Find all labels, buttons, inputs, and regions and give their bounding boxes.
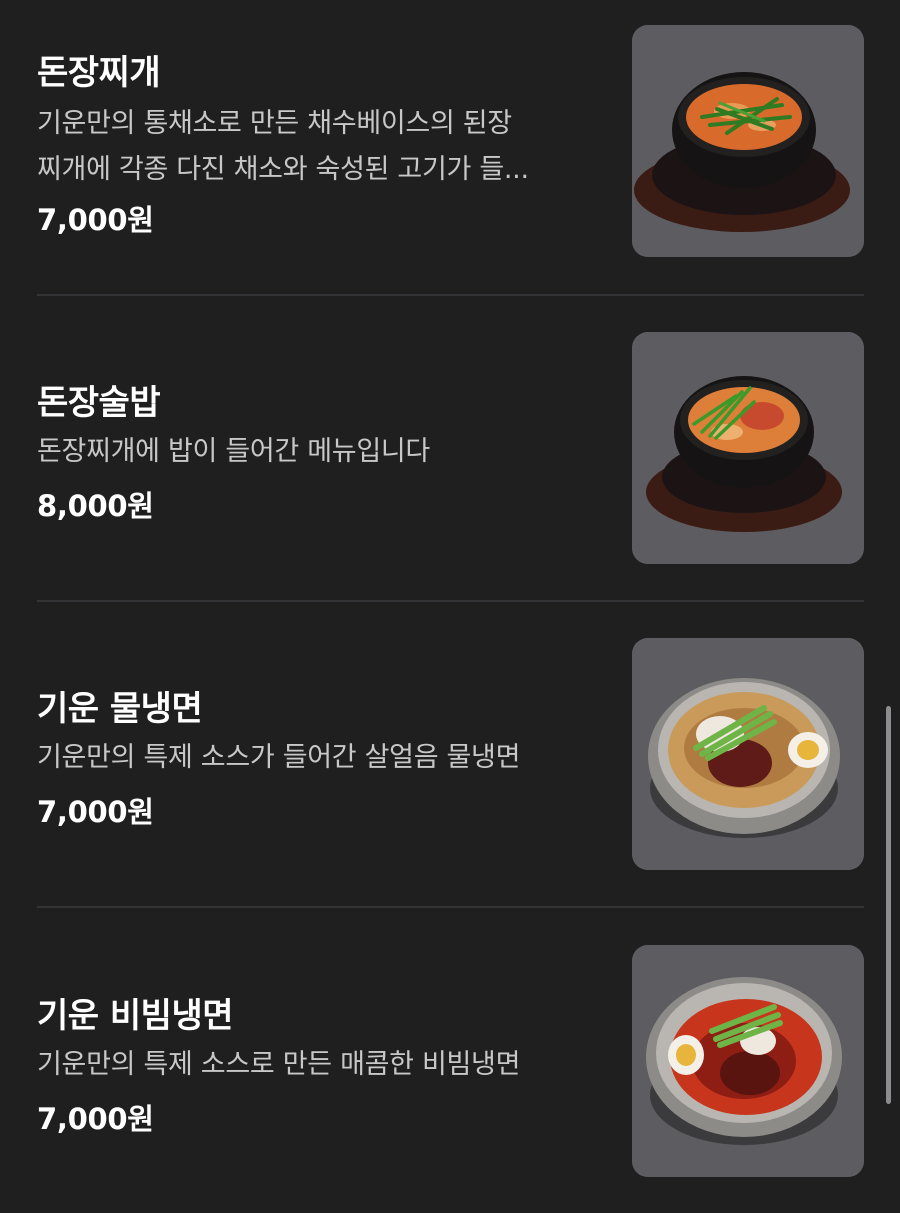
menu-item-info: 돈장찌개 기운만의 통채소로 만든 채수베이스의 된장 찌개에 각종 다진 채소… bbox=[37, 25, 602, 257]
menu-item-photo[interactable] bbox=[632, 25, 864, 257]
menu-item-info: 돈장술밥 돈장찌개에 밥이 들어간 메뉴입니다 8,000원 bbox=[37, 332, 602, 564]
menu-item-doenjang-jjigae[interactable]: 돈장찌개 기운만의 통채소로 만든 채수베이스의 된장 찌개에 각종 다진 채소… bbox=[37, 25, 864, 257]
menu-item-info: 기운 비빔냉면 기운만의 특제 소스로 만든 매콤한 비빔냉면 7,000원 bbox=[37, 945, 602, 1177]
menu-item-description: 기운만의 특제 소스가 들어간 살얼음 물냉면 bbox=[37, 742, 521, 773]
jjigae-stew-image bbox=[632, 25, 864, 257]
menu-item-doenjang-sulbap[interactable]: 돈장술밥 돈장찌개에 밥이 들어간 메뉴입니다 8,000원 bbox=[37, 332, 864, 564]
divider bbox=[37, 600, 864, 602]
menu-item-bibim-naengmyeon[interactable]: 기운 비빔냉면 기운만의 특제 소스로 만든 매콤한 비빔냉면 7,000원 bbox=[37, 945, 864, 1177]
menu-item-photo[interactable] bbox=[632, 332, 864, 564]
menu-item-info: 기운 물냉면 기운만의 특제 소스가 들어간 살얼음 물냉면 7,000원 bbox=[37, 638, 602, 870]
menu-item-price: 7,000원 bbox=[37, 1102, 154, 1136]
sulbap-stew-image bbox=[632, 332, 864, 564]
menu-item-photo[interactable] bbox=[632, 945, 864, 1177]
menu-item-name: 돈장찌개 bbox=[37, 53, 161, 93]
menu-item-name: 돈장술밥 bbox=[37, 383, 161, 423]
menu-item-name: 기운 비빔냉면 bbox=[37, 996, 234, 1036]
menu-item-description: 기운만의 특제 소스로 만든 매콤한 비빔냉면 bbox=[37, 1049, 521, 1080]
spicy-noodle-image bbox=[632, 945, 864, 1177]
menu-item-description: 기운만의 통채소로 만든 채수베이스의 된장 찌개에 각종 다진 채소와 숙성된… bbox=[37, 108, 529, 185]
menu-item-photo[interactable] bbox=[632, 638, 864, 870]
cold-noodle-image bbox=[632, 638, 864, 870]
divider bbox=[37, 906, 864, 908]
scrollbar[interactable] bbox=[886, 706, 891, 1104]
menu-item-name: 기운 물냉면 bbox=[37, 689, 203, 729]
menu-item-price: 7,000원 bbox=[37, 795, 154, 829]
menu-item-description: 돈장찌개에 밥이 들어간 메뉴입니다 bbox=[37, 436, 430, 467]
menu-item-mul-naengmyeon[interactable]: 기운 물냉면 기운만의 특제 소스가 들어간 살얼음 물냉면 7,000원 bbox=[37, 638, 864, 870]
menu-item-price: 8,000원 bbox=[37, 489, 154, 523]
menu-item-price: 7,000원 bbox=[37, 203, 154, 237]
divider bbox=[37, 294, 864, 296]
